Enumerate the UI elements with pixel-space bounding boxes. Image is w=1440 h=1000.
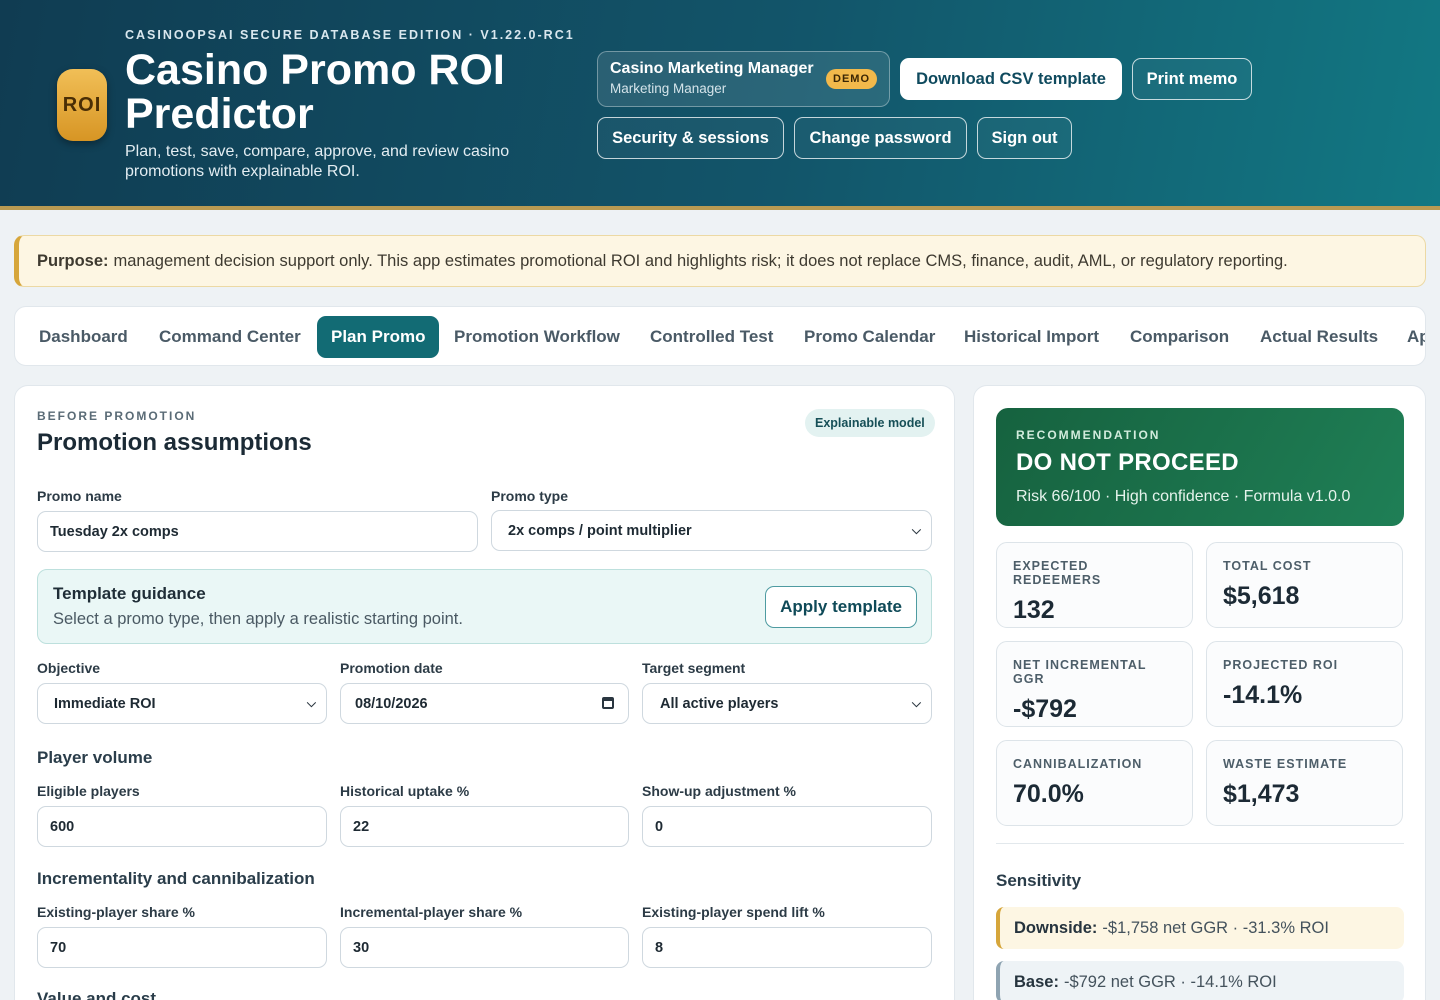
tab-comparison[interactable]: Comparison	[1116, 316, 1243, 358]
panel-title: Promotion assumptions	[37, 429, 312, 456]
section-eyebrow: BEFORE PROMOTION	[37, 409, 197, 423]
historical-uptake-input[interactable]: 22	[340, 806, 629, 847]
promotion-date-label: Promotion date	[340, 660, 443, 676]
kpi-value: -$792	[1013, 695, 1077, 723]
kpi-net-incremental-ggr: NET INCREMENTAL GGR -$792	[996, 641, 1193, 727]
eligible-players-input[interactable]: 600	[37, 806, 327, 847]
promotion-assumptions-panel: BEFORE PROMOTION Promotion assumptions E…	[14, 385, 955, 1000]
player-volume-heading: Player volume	[37, 748, 153, 767]
target-segment-select[interactable]: All active players ⌵	[642, 683, 932, 724]
kpi-value: 132	[1013, 596, 1055, 624]
tab-controlled-test[interactable]: Controlled Test	[636, 316, 787, 358]
results-panel: RECOMMENDATION DO NOT PROCEED Risk 66/10…	[973, 385, 1426, 1000]
tab-promo-calendar[interactable]: Promo Calendar	[790, 316, 949, 358]
kpi-total-cost: TOTAL COST $5,618	[1206, 542, 1403, 628]
template-guidance-box: Template guidance Select a promo type, t…	[37, 569, 932, 644]
app-subtitle: Plan, test, save, compare, approve, and …	[125, 143, 510, 180]
kpi-label: TOTAL COST	[1223, 559, 1312, 573]
promo-type-value: 2x comps / point multiplier	[508, 522, 692, 539]
incremental-share-input[interactable]: 30	[340, 927, 629, 968]
tab-actual-results[interactable]: Actual Results	[1246, 316, 1392, 358]
kpi-label: EXPECTED REDEEMERS	[1013, 559, 1102, 587]
tab-dashboard[interactable]: Dashboard	[25, 316, 142, 358]
sensitivity-heading: Sensitivity	[996, 871, 1082, 890]
eligible-players-label: Eligible players	[37, 783, 140, 799]
print-memo-button[interactable]: Print memo	[1132, 58, 1252, 100]
showup-adjustment-label: Show-up adjustment %	[642, 783, 796, 799]
target-segment-label: Target segment	[642, 660, 746, 676]
user-chip[interactable]: Casino Marketing Manager Marketing Manag…	[597, 51, 890, 107]
base-label: Base:	[1014, 972, 1059, 991]
chevron-down-icon: ⌵	[911, 523, 921, 537]
downside-label: Downside:	[1014, 918, 1098, 937]
promo-type-label: Promo type	[491, 488, 569, 504]
showup-adjustment-input[interactable]: 0	[642, 806, 932, 847]
recommendation-card: RECOMMENDATION DO NOT PROCEED Risk 66/10…	[996, 408, 1404, 526]
base-text: -$792 net GGR · -14.1% ROI	[1063, 972, 1277, 991]
kpi-expected-redeemers: EXPECTED REDEEMERS 132	[996, 542, 1193, 628]
existing-share-label: Existing-player share %	[37, 904, 195, 920]
spend-lift-input[interactable]: 8	[642, 927, 932, 968]
app-title: Casino Promo ROI Predictor	[125, 46, 505, 138]
download-csv-button[interactable]: Download CSV template	[900, 58, 1122, 100]
chevron-down-icon: ⌵	[911, 696, 921, 710]
main-tabs: Dashboard Command Center Plan Promo Prom…	[14, 306, 1426, 366]
explainable-model-badge: Explainable model	[805, 409, 935, 437]
incremental-share-label: Incremental-player share %	[340, 904, 523, 920]
downside-text: -$1,758 net GGR · -31.3% ROI	[1102, 918, 1329, 937]
edition-label: CASINOOPSAI SECURE DATABASE EDITION · V1…	[125, 28, 575, 42]
tab-approvals[interactable]: Ap	[1393, 316, 1425, 358]
purpose-banner: Purpose: management decision support onl…	[14, 235, 1426, 287]
guidance-text: Select a promo type, then apply a realis…	[53, 610, 463, 628]
demo-badge: DEMO	[826, 69, 877, 89]
tab-promotion-workflow[interactable]: Promotion Workflow	[440, 316, 634, 358]
sensitivity-base: Base: -$792 net GGR · -14.1% ROI	[996, 961, 1404, 1000]
kpi-label: WASTE ESTIMATE	[1223, 757, 1348, 771]
recommendation-detail: Risk 66/100 · High confidence · Formula …	[1016, 488, 1351, 505]
tab-historical-import[interactable]: Historical Import	[950, 316, 1113, 358]
objective-select[interactable]: Immediate ROI ⌵	[37, 683, 327, 724]
existing-share-input[interactable]: 70	[37, 927, 327, 968]
promo-name-input[interactable]: Tuesday 2x comps	[37, 511, 478, 552]
chevron-down-icon: ⌵	[306, 696, 316, 710]
calendar-icon[interactable]	[602, 697, 614, 709]
kpi-value: $1,473	[1223, 780, 1300, 808]
app-header: ROI CASINOOPSAI SECURE DATABASE EDITION …	[0, 0, 1440, 210]
divider	[996, 843, 1404, 844]
purpose-label: Purpose:	[37, 251, 109, 270]
value-cost-heading: Value and cost	[37, 989, 157, 1000]
tab-plan-promo[interactable]: Plan Promo	[317, 316, 440, 358]
spend-lift-label: Existing-player spend lift %	[642, 904, 825, 920]
kpi-label: CANNIBALIZATION	[1013, 757, 1143, 771]
kpi-value: $5,618	[1223, 582, 1300, 610]
apply-template-button[interactable]: Apply template	[765, 586, 917, 628]
kpi-value: 70.0%	[1013, 780, 1084, 808]
incrementality-heading: Incrementality and cannibalization	[37, 869, 315, 888]
objective-value: Immediate ROI	[54, 695, 156, 712]
promotion-date-input[interactable]: 08/10/2026	[340, 683, 629, 724]
change-password-button[interactable]: Change password	[794, 117, 967, 159]
sensitivity-downside: Downside: -$1,758 net GGR · -31.3% ROI	[996, 907, 1404, 949]
security-sessions-button[interactable]: Security & sessions	[597, 117, 784, 159]
promotion-date-value: 08/10/2026	[355, 695, 428, 712]
recommendation-verdict: DO NOT PROCEED	[1016, 449, 1239, 476]
promo-type-select[interactable]: 2x comps / point multiplier ⌵	[491, 510, 932, 551]
roi-logo-icon: ROI	[57, 69, 107, 141]
promo-name-label: Promo name	[37, 488, 122, 504]
kpi-label: NET INCREMENTAL GGR	[1013, 658, 1147, 686]
sign-out-button[interactable]: Sign out	[977, 117, 1072, 159]
historical-uptake-label: Historical uptake %	[340, 783, 470, 799]
kpi-projected-roi: PROJECTED ROI -14.1%	[1206, 641, 1403, 727]
tab-command-center[interactable]: Command Center	[145, 316, 315, 358]
kpi-value: -14.1%	[1223, 681, 1303, 709]
kpi-cannibalization: CANNIBALIZATION 70.0%	[996, 740, 1193, 826]
kpi-waste-estimate: WASTE ESTIMATE $1,473	[1206, 740, 1403, 826]
recommendation-eyebrow: RECOMMENDATION	[1016, 428, 1161, 442]
purpose-text: management decision support only. This a…	[113, 251, 1288, 270]
target-segment-value: All active players	[660, 695, 779, 712]
guidance-title: Template guidance	[53, 584, 206, 603]
kpi-label: PROJECTED ROI	[1223, 658, 1339, 672]
objective-label: Objective	[37, 660, 101, 676]
